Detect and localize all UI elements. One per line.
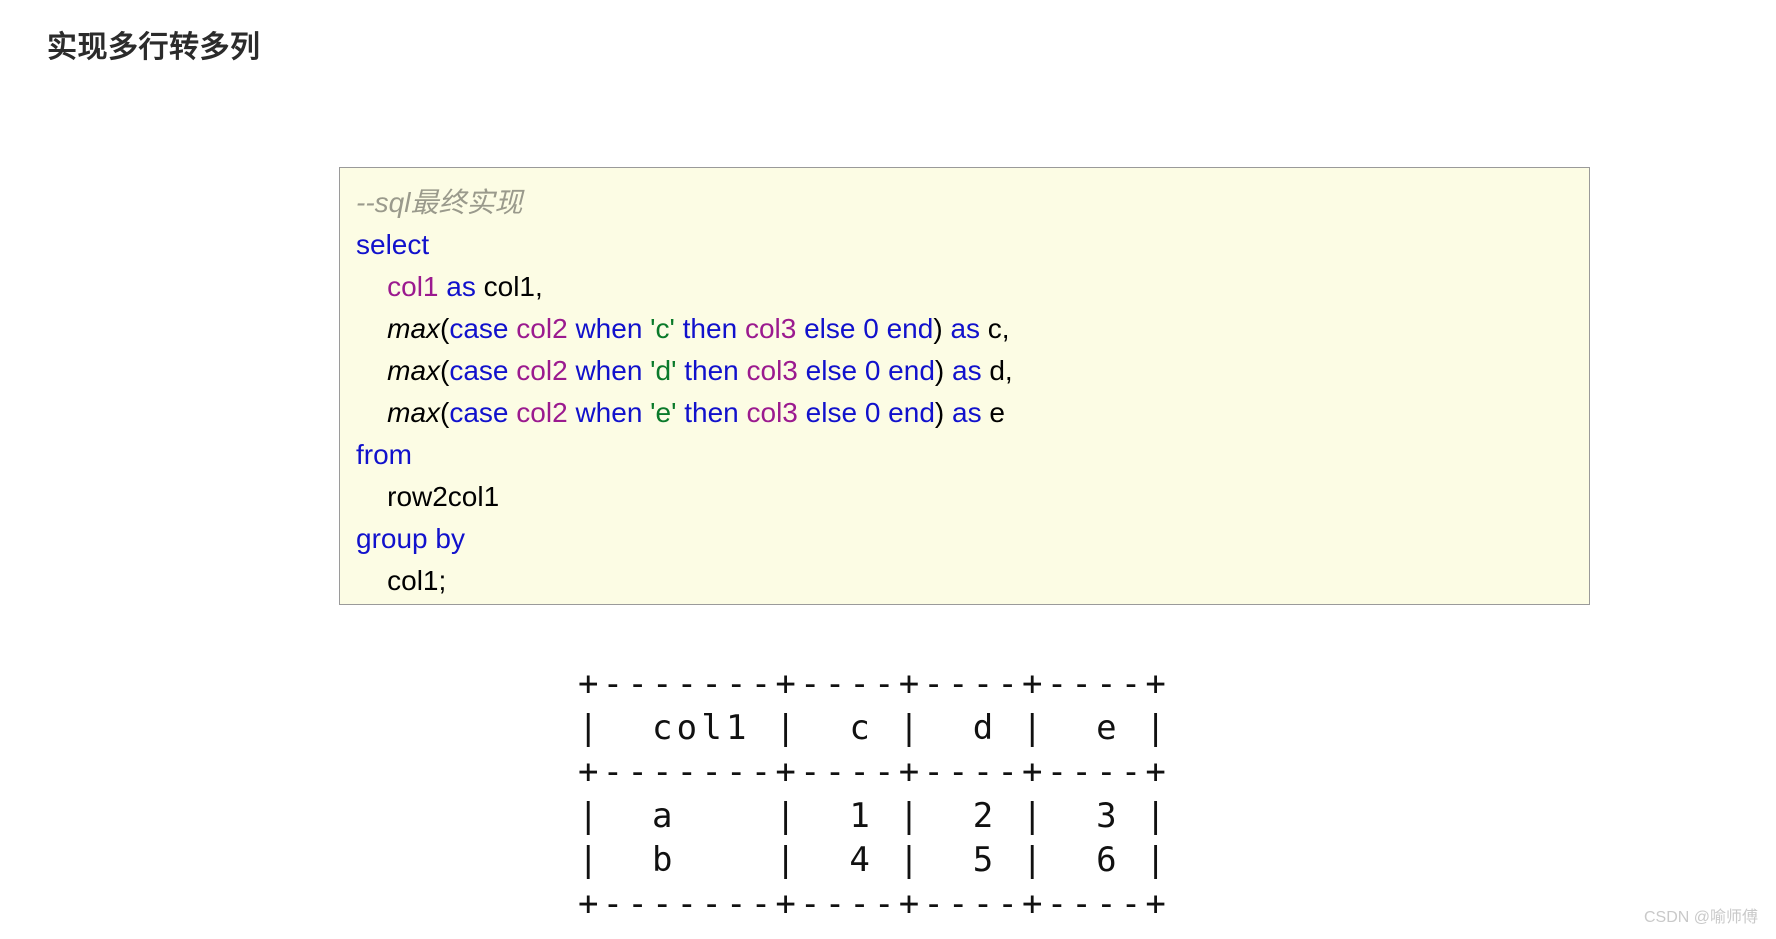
code-token-kw: end	[888, 397, 935, 428]
code-token-str: 'c'	[650, 313, 675, 344]
code-line: col1 as col1,	[356, 266, 1589, 308]
code-token-kw: as	[952, 397, 982, 428]
code-token-col: col2	[516, 397, 568, 428]
code-token-col: col3	[746, 355, 798, 386]
code-token-kw: group by	[356, 523, 465, 554]
code-token-plain: (	[440, 355, 450, 386]
code-token-kw: as	[952, 355, 982, 386]
code-lines-container: --sql最终实现 select col1 as col1, max(case c…	[356, 182, 1589, 602]
code-line: select	[356, 224, 1589, 266]
code-line: max(case col2 when 'c' then col3 else 0 …	[356, 308, 1589, 350]
code-token-col: col3	[744, 313, 797, 344]
code-line: row2col1	[356, 476, 1589, 518]
csdn-watermark: CSDN @喻师傅	[1643, 909, 1758, 926]
code-line: max(case col2 when 'd' then col3 else 0 …	[356, 350, 1589, 392]
code-token-plain: e	[981, 397, 1005, 428]
code-token-plain: (	[440, 397, 450, 428]
code-token-kw: when	[575, 397, 643, 428]
code-token-plain: )	[934, 397, 945, 428]
code-token-kw: select	[356, 229, 430, 260]
sql-code-block: --sql最终实现 select col1 as col1, max(case c…	[339, 167, 1590, 605]
code-token-kw: when	[575, 313, 643, 344]
code-token-num: 0	[863, 313, 879, 344]
code-token-fn: max	[387, 397, 441, 428]
code-token-kw: then	[684, 355, 739, 386]
code-token-col: col1	[387, 271, 439, 302]
code-token-num: 0	[864, 355, 881, 386]
code-token-kw: then	[682, 313, 738, 344]
code-token-kw: end	[886, 313, 934, 344]
code-token-plain: )	[934, 355, 945, 386]
code-token-comment: --sql最终实现	[356, 187, 523, 218]
code-token-plain: (	[440, 313, 450, 344]
code-token-kw: when	[575, 355, 643, 386]
code-token-plain: )	[933, 313, 943, 344]
page-title: 实现多行转多列	[47, 31, 261, 64]
code-token-kw: from	[356, 439, 412, 470]
code-token-kw: else	[805, 397, 858, 428]
code-line: group by	[356, 518, 1589, 560]
code-token-plain: col1,	[475, 271, 543, 302]
code-line: from	[356, 434, 1589, 476]
code-token-col: col2	[516, 355, 568, 386]
code-line: max(case col2 when 'e' then col3 else 0 …	[356, 392, 1589, 434]
code-token-col: col2	[516, 313, 568, 344]
code-token-kw: end	[888, 355, 935, 386]
code-line: col1;	[356, 560, 1589, 602]
code-token-kw: case	[449, 397, 509, 428]
code-token-str: 'e'	[650, 397, 677, 428]
code-token-fn: max	[387, 313, 441, 344]
code-token-plain: d,	[981, 355, 1013, 386]
code-token-plain: row2col1	[356, 481, 500, 512]
code-token-kw: case	[449, 313, 509, 344]
code-token-col: col3	[746, 397, 798, 428]
code-token-kw: as	[950, 313, 981, 344]
code-token-kw: else	[805, 355, 858, 386]
code-token-num: 0	[864, 397, 881, 428]
code-token-kw: then	[684, 397, 739, 428]
code-token-kw: else	[804, 313, 856, 344]
code-line: --sql最终实现	[356, 182, 1589, 224]
code-token-plain: c,	[980, 313, 1010, 344]
code-token-plain: col1;	[356, 565, 447, 596]
query-result-ascii-table: +-------+----+----+----+ | col1 | c | d …	[578, 664, 1171, 924]
code-token-kw: as	[446, 271, 476, 302]
code-token-fn: max	[387, 355, 441, 386]
code-token-kw: case	[449, 355, 509, 386]
code-token-str: 'd'	[650, 355, 677, 386]
